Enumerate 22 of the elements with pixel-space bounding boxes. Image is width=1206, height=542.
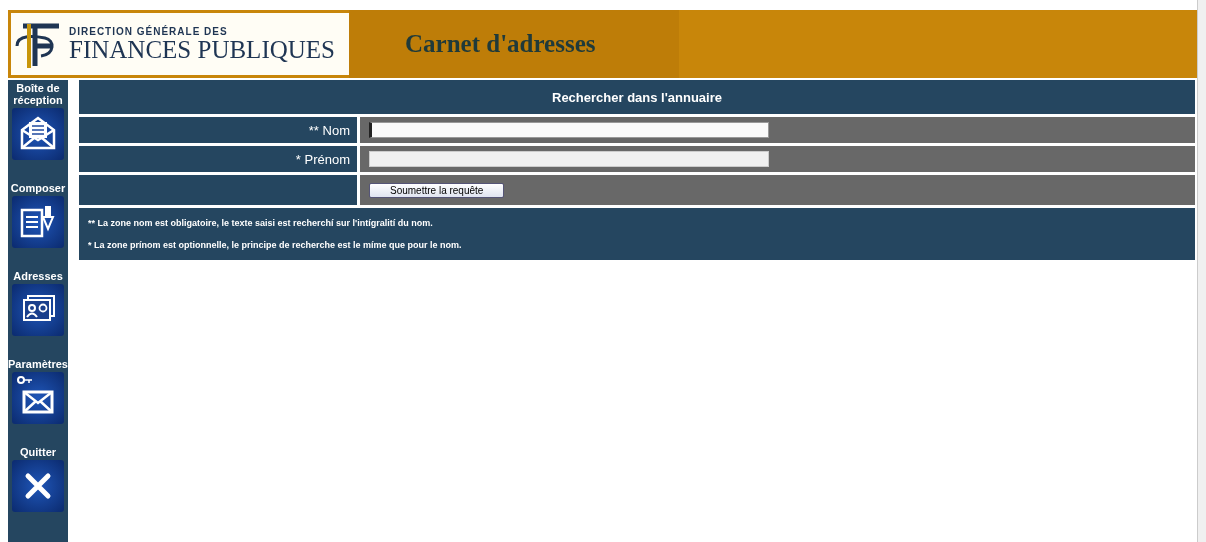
sidebar-item[interactable]: Paramètres: [8, 356, 68, 424]
input-field[interactable]: [369, 151, 769, 167]
form-title: Rechercher dans l'annuaire: [79, 80, 1195, 114]
sidebar-item[interactable]: Boîte de réception: [8, 80, 68, 160]
address-cards-icon: [12, 284, 64, 336]
note-text: ** La zone nom est obligatoire, le texte saisi est recherchí sur l'intígralití du nom.: [88, 218, 434, 228]
close-icon: [12, 460, 64, 512]
page-title: Carnet d'adresses: [349, 10, 679, 78]
scrollbar[interactable]: [1197, 0, 1206, 542]
submit-button[interactable]: Soumettre la requête: [369, 182, 505, 198]
sidebar-item[interactable]: Quitter: [8, 444, 68, 512]
envelope-icon: [12, 108, 64, 160]
logo-title: FINANCES PUBLIQUES: [69, 36, 335, 63]
key-envelope-icon: [12, 372, 64, 424]
document-pen-icon: [12, 196, 64, 248]
sidebar-item[interactable]: Adresses: [8, 268, 68, 336]
sidebar-item[interactable]: Composer: [8, 180, 68, 248]
field-label: * Prénom: [295, 151, 350, 167]
logo-subtitle: DIRECTION GÉNÉRALE DES: [69, 25, 229, 37]
note-text: * La zone prínom est optionnelle, le principe de recherche est le míme que pour le nom.: [88, 240, 463, 250]
field-label: ** Nom: [308, 122, 350, 138]
input-field[interactable]: [369, 122, 769, 138]
